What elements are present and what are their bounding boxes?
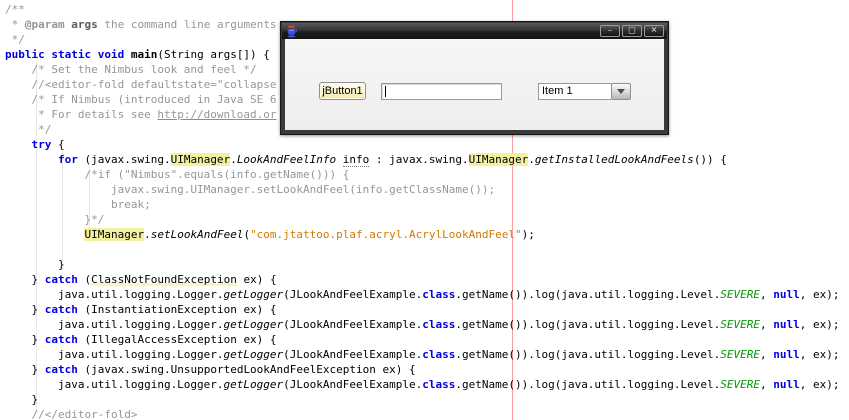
code-line: java.util.logging.Logger.getLogger(JLook… xyxy=(5,318,840,331)
code-line: }*/ xyxy=(5,213,105,226)
window-content: jButton1 Item 1 xyxy=(285,39,664,130)
swing-window: – □ ✕ jButton1 Item 1 xyxy=(280,21,669,135)
close-icon: ✕ xyxy=(650,25,658,35)
code-line: } xyxy=(5,393,39,406)
code-line: java.util.logging.Logger.getLogger(JLook… xyxy=(5,288,840,301)
combo-box[interactable]: Item 1 xyxy=(538,83,631,100)
maximize-button[interactable]: □ xyxy=(622,25,642,37)
code-line: /*if ("Nimbus".equals(info.getName())) { xyxy=(5,168,350,181)
combo-selected-value: Item 1 xyxy=(538,83,611,100)
code-line: break; xyxy=(5,198,151,211)
java-cup-icon xyxy=(287,24,298,37)
code-line: //</editor-fold> xyxy=(5,408,138,420)
minimize-button[interactable]: – xyxy=(600,25,620,37)
code-line: java.util.logging.Logger.getLogger(JLook… xyxy=(5,378,840,391)
code-line: java.util.logging.Logger.getLogger(JLook… xyxy=(5,348,840,361)
jbutton1[interactable]: jButton1 xyxy=(319,82,366,100)
code-line: } xyxy=(5,258,65,271)
code-line: } catch (IllegalAccessException ex) { xyxy=(5,333,277,346)
code-line: } catch (InstantiationException ex) { xyxy=(5,303,277,316)
text-field[interactable] xyxy=(381,83,502,100)
maximize-icon: □ xyxy=(628,25,636,35)
minimize-icon: – xyxy=(608,25,612,35)
code-line: UIManager.setLookAndFeel("com.jtattoo.pl… xyxy=(84,228,535,241)
code-line: /** xyxy=(5,3,25,16)
code-line: for (javax.swing.UIManager.LookAndFeelIn… xyxy=(57,153,727,167)
code-line: } catch (javax.swing.UnsupportedLookAndF… xyxy=(5,363,416,376)
window-titlebar[interactable]: – □ ✕ xyxy=(282,23,667,39)
code-line: javax.swing.UIManager.setLookAndFeel(inf… xyxy=(5,183,496,196)
window-controls: – □ ✕ xyxy=(600,25,664,37)
chevron-down-icon xyxy=(617,89,625,94)
code-line: } catch (ClassNotFoundException ex) { xyxy=(5,273,277,286)
combo-dropdown-button[interactable] xyxy=(611,83,631,100)
close-button[interactable]: ✕ xyxy=(644,25,664,37)
text-caret xyxy=(385,86,386,97)
code-line: try { xyxy=(31,138,65,151)
